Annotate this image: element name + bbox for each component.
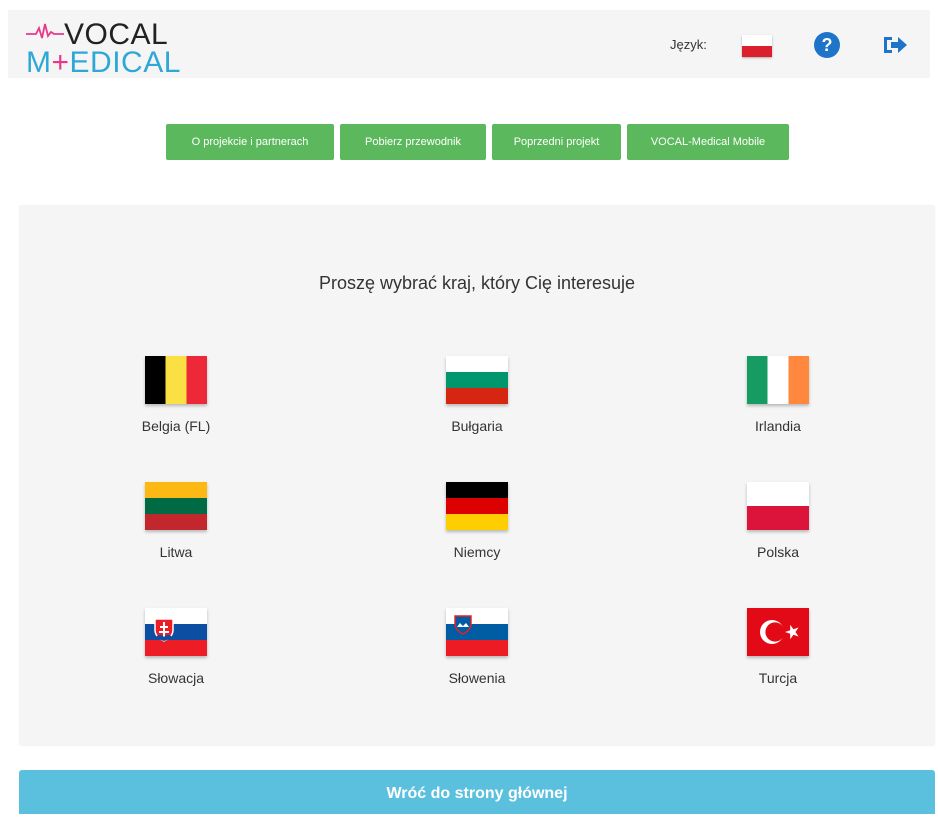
top-nav: O projekcie i partnerach Pobierz przewod… [0,124,938,160]
poland-flag-icon [747,482,809,530]
lithuania-flag-icon [145,482,207,530]
country-selection-panel: Proszę wybrać kraj, który Cię interesuje… [19,205,935,746]
country-belgium[interactable]: Belgia (FL) [96,356,256,434]
vocal-medical-mobile-button[interactable]: VOCAL-Medical Mobile [627,124,789,160]
download-guide-button[interactable]: Pobierz przewodnik [340,124,486,160]
country-label: Słowenia [448,670,506,686]
country-poland[interactable]: Polska [698,482,858,560]
germany-flag-icon [446,482,508,530]
country-slovenia[interactable]: Słowenia [397,608,557,686]
country-label: Polska [756,544,800,560]
language-flag-icon[interactable] [742,35,772,57]
logo-text-medical: M+EDICAL [26,46,181,79]
country-label: Turcja [758,670,798,686]
bulgaria-flag-icon [446,356,508,404]
back-to-home-button[interactable]: Wróć do strony głównej [19,770,935,814]
country-germany[interactable]: Niemcy [397,482,557,560]
turkey-flag-icon [747,608,809,656]
sign-out-icon[interactable] [882,34,908,56]
country-label: Bułgaria [451,418,503,434]
ireland-flag-icon [747,356,809,404]
question-circle-icon[interactable]: ? [814,32,840,58]
vocal-medical-logo[interactable]: VOCAL M+EDICAL [26,18,186,78]
country-ireland[interactable]: Irlandia [698,356,858,434]
page-title: Proszę wybrać kraj, który Cię interesuje [318,273,636,293]
country-label: Belgia (FL) [141,418,211,434]
slovenia-flag-icon [446,608,508,656]
country-bulgaria[interactable]: Bułgaria [397,356,557,434]
header-bar: VOCAL M+EDICAL Język: ? [8,10,930,78]
country-label: Słowacja [147,670,205,686]
about-project-button[interactable]: O projekcie i partnerach [166,124,334,160]
country-slovakia[interactable]: Słowacja [96,608,256,686]
country-label: Litwa [159,544,193,560]
country-label: Niemcy [453,544,501,560]
pulse-line-icon [26,23,64,39]
country-label: Irlandia [755,418,801,434]
previous-project-button[interactable]: Poprzedni projekt [492,124,621,160]
language-label: Język: [670,37,707,52]
country-turkey[interactable]: Turcja [698,608,858,686]
country-lithuania[interactable]: Litwa [96,482,256,560]
slovakia-flag-icon [145,608,207,656]
belgium-flag-icon [145,356,207,404]
